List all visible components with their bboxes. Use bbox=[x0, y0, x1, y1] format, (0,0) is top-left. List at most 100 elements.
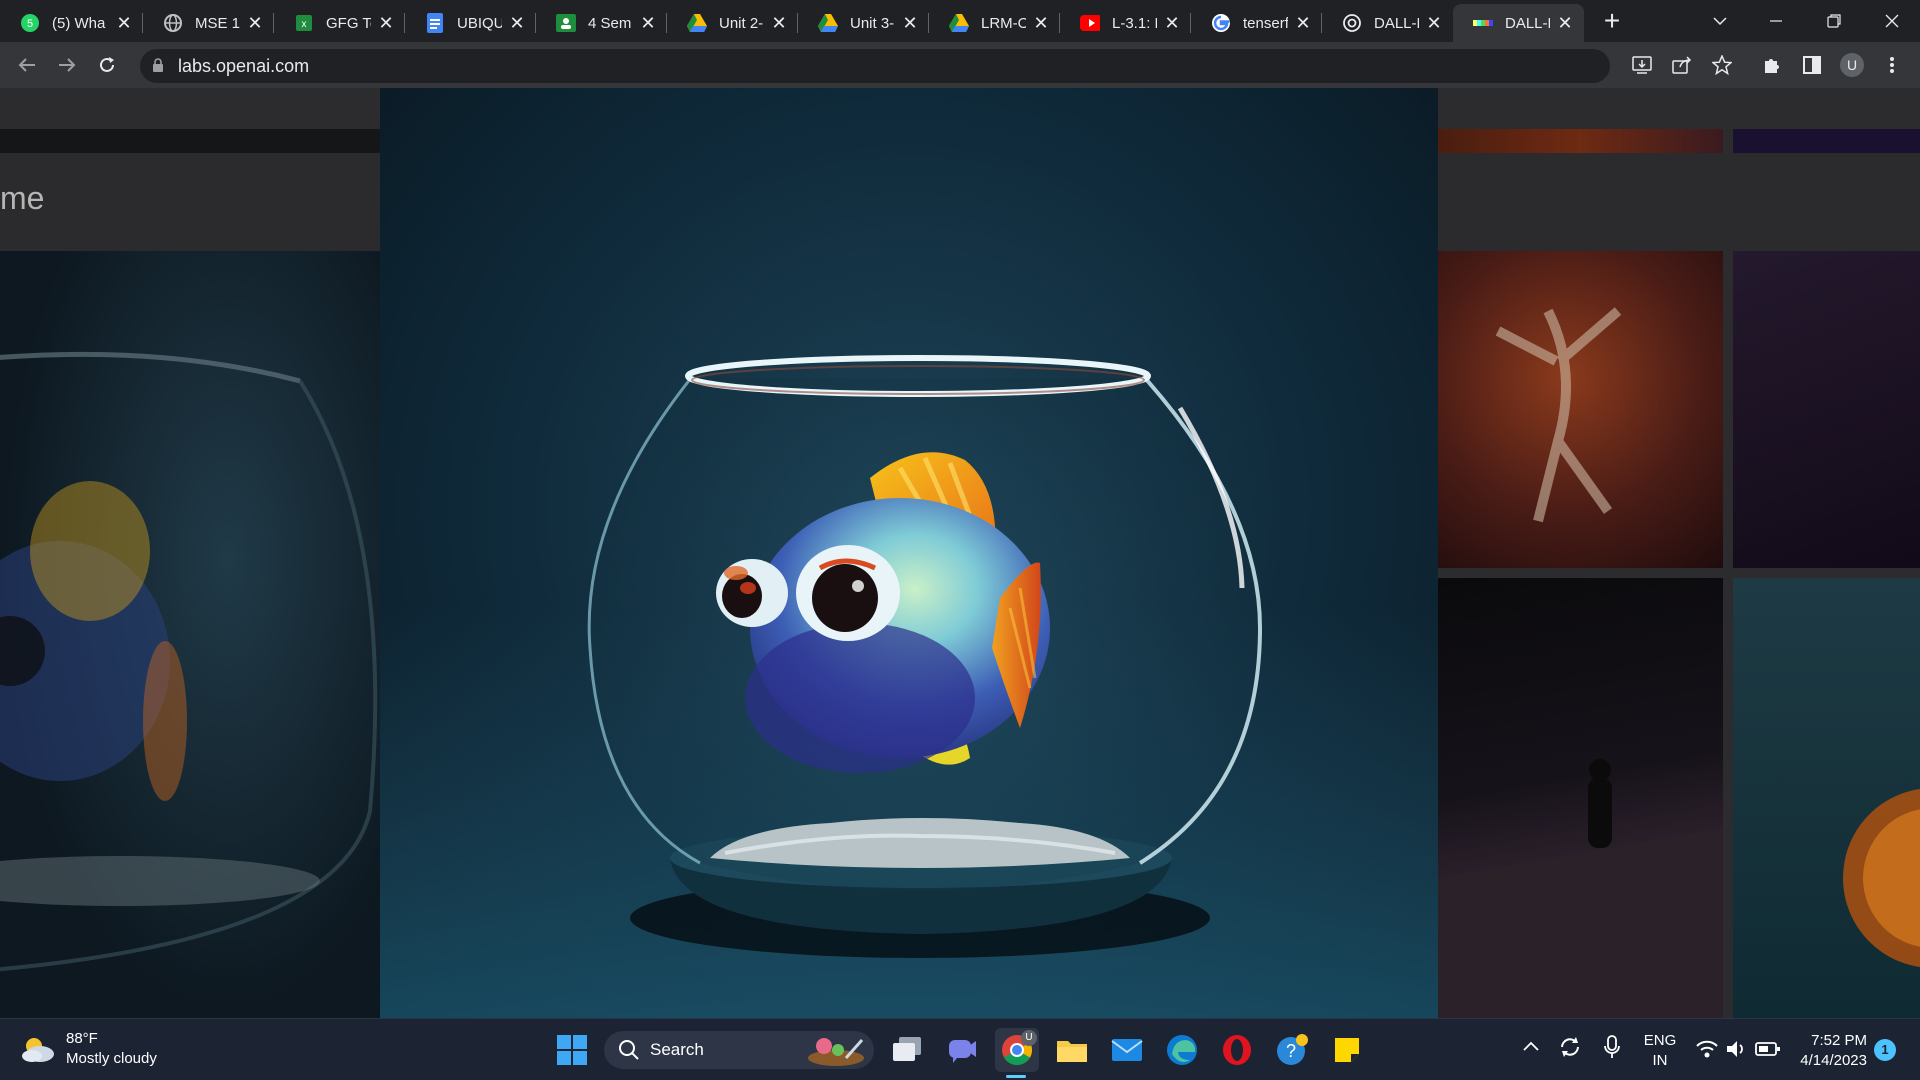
url-text[interactable]: labs.openai.com bbox=[178, 56, 309, 77]
share-button[interactable] bbox=[1667, 50, 1697, 80]
extensions-button[interactable] bbox=[1757, 50, 1787, 80]
start-button[interactable] bbox=[550, 1028, 594, 1072]
close-tab-icon[interactable]: ✕ bbox=[246, 14, 264, 32]
windows-logo-icon bbox=[557, 1035, 587, 1065]
close-tab-icon[interactable]: ✕ bbox=[1032, 14, 1050, 32]
drive-icon bbox=[949, 13, 969, 33]
page-content: me bbox=[0, 88, 1920, 1018]
notification-badge[interactable]: 1 bbox=[1874, 1039, 1896, 1061]
close-tab-icon[interactable]: ✕ bbox=[901, 14, 919, 32]
generated-image-viewer[interactable] bbox=[380, 88, 1438, 1018]
mail-button[interactable] bbox=[1105, 1028, 1149, 1072]
mail-icon bbox=[1111, 1039, 1143, 1061]
close-window-button[interactable] bbox=[1864, 0, 1920, 42]
teams-chat-button[interactable] bbox=[940, 1028, 984, 1072]
minimize-icon bbox=[1770, 20, 1782, 22]
tab-youtube[interactable]: L-3.1: P ✕ bbox=[1060, 4, 1191, 42]
tab-title: tenserfl bbox=[1243, 14, 1288, 32]
tab-dalle-active[interactable]: DALL-E ✕ bbox=[1453, 4, 1584, 42]
tab-title: DALL-E bbox=[1374, 14, 1419, 32]
task-view-button[interactable] bbox=[886, 1028, 930, 1072]
gallery-tile-dark[interactable] bbox=[1733, 251, 1920, 568]
get-help-button[interactable]: ? bbox=[1270, 1028, 1314, 1072]
back-button[interactable] bbox=[12, 50, 42, 80]
tab-title: Unit 3-( bbox=[850, 14, 895, 32]
tab-unit3[interactable]: Unit 3-( ✕ bbox=[798, 4, 929, 42]
close-icon bbox=[1885, 14, 1899, 28]
edge-icon bbox=[1167, 1035, 1197, 1065]
quick-settings-button[interactable] bbox=[1692, 1035, 1784, 1063]
sticky-notes-button[interactable] bbox=[1325, 1028, 1369, 1072]
reload-icon bbox=[100, 57, 114, 72]
minimize-button[interactable] bbox=[1748, 0, 1804, 42]
close-tab-icon[interactable]: ✕ bbox=[1163, 14, 1181, 32]
tab-google-search[interactable]: tenserfl ✕ bbox=[1191, 4, 1322, 42]
close-tab-icon[interactable]: ✕ bbox=[1294, 14, 1312, 32]
profile-button[interactable]: U bbox=[1837, 50, 1867, 80]
background-image-tile[interactable] bbox=[0, 251, 380, 1018]
side-panel-button[interactable] bbox=[1797, 50, 1827, 80]
weather-temperature: 88°F bbox=[66, 1030, 98, 1047]
chevron-down-icon bbox=[1713, 17, 1727, 26]
taskbar-search[interactable]: Search bbox=[604, 1031, 874, 1069]
tab-4sem[interactable]: 4 Sem ( ✕ bbox=[536, 4, 667, 42]
close-tab-icon[interactable]: ✕ bbox=[115, 14, 133, 32]
tab-title: 4 Sem ( bbox=[588, 14, 633, 32]
search-label: Search bbox=[650, 1040, 704, 1059]
tab-dalle-1[interactable]: DALL-E ✕ bbox=[1322, 4, 1453, 42]
svg-text:5: 5 bbox=[27, 18, 33, 30]
install-app-button[interactable] bbox=[1627, 50, 1657, 80]
sync-icon bbox=[1561, 1037, 1579, 1057]
forward-button[interactable] bbox=[52, 50, 82, 80]
show-hidden-icons-button[interactable] bbox=[1520, 1035, 1542, 1057]
reload-button[interactable] bbox=[92, 50, 122, 80]
bookmark-button[interactable] bbox=[1707, 50, 1737, 80]
microphone-tray-button[interactable] bbox=[1600, 1035, 1624, 1059]
language-indicator[interactable]: ENG IN bbox=[1640, 1031, 1680, 1071]
close-tab-icon[interactable]: ✕ bbox=[770, 14, 788, 32]
wifi-icon bbox=[1696, 1040, 1718, 1058]
chrome-profile-badge: U bbox=[1021, 1030, 1037, 1046]
tab-title: LRM-O bbox=[981, 14, 1026, 32]
tab-unit2[interactable]: Unit 2- ✕ bbox=[667, 4, 798, 42]
drive-icon bbox=[818, 13, 838, 33]
close-tab-icon[interactable]: ✕ bbox=[1556, 14, 1574, 32]
tab-lrm[interactable]: LRM-O ✕ bbox=[929, 4, 1060, 42]
windows-taskbar: 88°F Mostly cloudy Search U ? ENG IN 7:5… bbox=[0, 1018, 1920, 1080]
gallery-tile-orange[interactable] bbox=[1733, 578, 1920, 1018]
lock-icon[interactable] bbox=[152, 58, 164, 78]
clock-time: 7:52 PM bbox=[1811, 1032, 1867, 1049]
tab-whatsapp[interactable]: 5 (5) Wha ✕ bbox=[0, 4, 143, 42]
close-tab-icon[interactable]: ✕ bbox=[639, 14, 657, 32]
tab-search-button[interactable] bbox=[1692, 0, 1748, 42]
sheets-icon: x bbox=[294, 13, 314, 33]
close-tab-icon[interactable]: ✕ bbox=[1425, 14, 1443, 32]
clock[interactable]: 7:52 PM 4/14/2023 bbox=[1783, 1031, 1867, 1071]
weather-widget[interactable]: 88°F Mostly cloudy bbox=[20, 1029, 157, 1069]
active-app-indicator bbox=[1006, 1075, 1026, 1078]
edge-button[interactable] bbox=[1160, 1028, 1204, 1072]
youtube-icon bbox=[1080, 13, 1100, 33]
gallery-tile-dancer[interactable] bbox=[1438, 251, 1723, 568]
tab-ubiqui[interactable]: UBIQUI ✕ bbox=[405, 4, 536, 42]
svg-text:?: ? bbox=[1286, 1041, 1296, 1061]
chrome-menu-button[interactable] bbox=[1877, 50, 1907, 80]
tab-gfg[interactable]: x GFG Tea ✕ bbox=[274, 4, 405, 42]
restore-icon bbox=[1827, 14, 1841, 28]
language-code: ENG bbox=[1643, 1032, 1677, 1049]
drive-icon bbox=[687, 13, 707, 33]
opera-button[interactable] bbox=[1215, 1028, 1259, 1072]
background-heading-fragment: me bbox=[0, 180, 45, 216]
restore-button[interactable] bbox=[1806, 0, 1862, 42]
close-tab-icon[interactable]: ✕ bbox=[508, 14, 526, 32]
file-explorer-button[interactable] bbox=[1050, 1028, 1094, 1072]
chrome-taskbar-button[interactable]: U bbox=[995, 1028, 1039, 1072]
tab-mse[interactable]: MSE 1-( ✕ bbox=[143, 4, 274, 42]
new-tab-button[interactable]: + bbox=[1597, 6, 1627, 36]
openai-icon bbox=[1342, 13, 1362, 33]
sync-tray-button[interactable] bbox=[1558, 1035, 1582, 1059]
svg-text:x: x bbox=[302, 19, 307, 30]
address-bar[interactable]: labs.openai.com bbox=[140, 49, 1610, 83]
close-tab-icon[interactable]: ✕ bbox=[377, 14, 395, 32]
gallery-tile-silhouette[interactable] bbox=[1438, 578, 1723, 1018]
